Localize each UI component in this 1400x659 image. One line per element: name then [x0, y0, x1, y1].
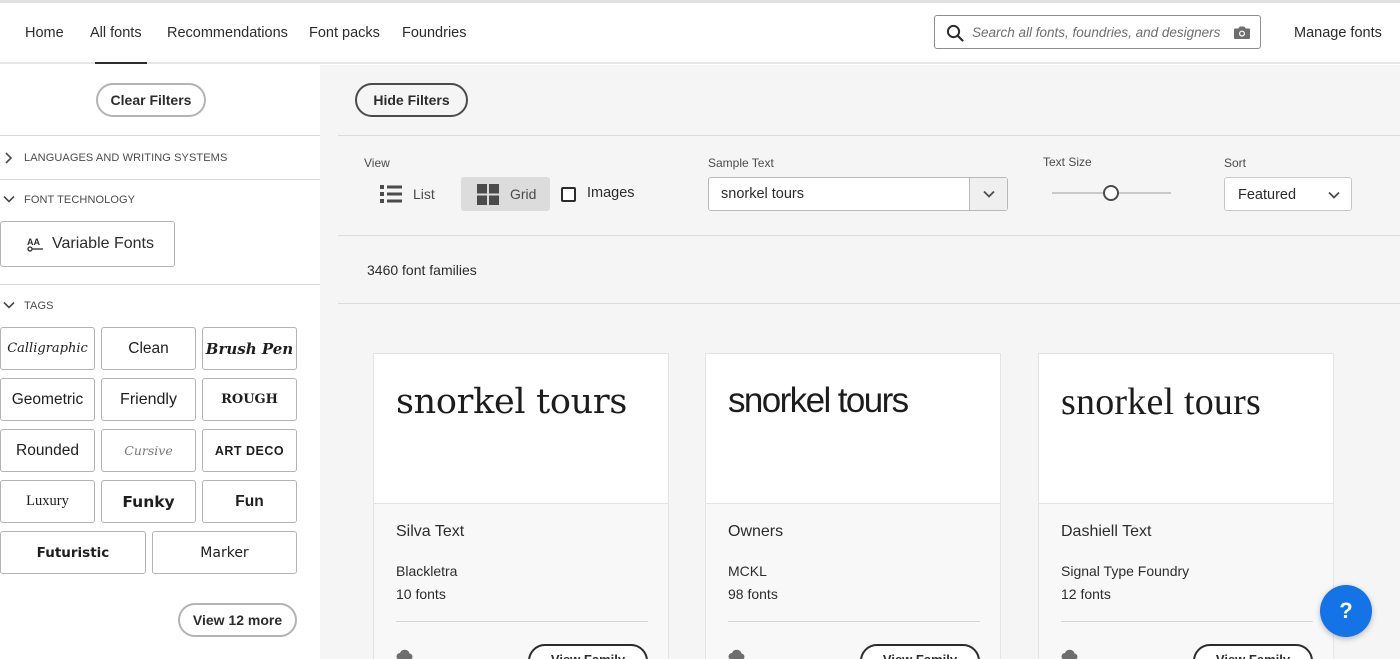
section-tags-label: TAGS: [24, 300, 54, 312]
font-count: 12 fonts: [1061, 586, 1111, 602]
section-languages[interactable]: LANGUAGES AND WRITING SYSTEMS: [0, 149, 320, 169]
images-label: Images: [587, 185, 635, 201]
search-input[interactable]: [972, 22, 1220, 42]
variable-fonts-label: Variable Fonts: [52, 235, 154, 252]
sample-text-input[interactable]: [721, 185, 961, 203]
cloud-icon: [1061, 648, 1097, 659]
grid-view-button[interactable]: Grid: [461, 177, 550, 211]
view-family-button[interactable]: View Family: [1193, 644, 1313, 659]
tag-luxury[interactable]: Luxury: [0, 480, 95, 523]
main-content: Hide Filters View List Grid Images Sampl…: [320, 65, 1400, 659]
font-card[interactable]: snorkel tours Owners MCKL 98 fonts View …: [705, 353, 1001, 659]
font-count: 98 fonts: [728, 586, 778, 602]
font-preview: snorkel tours: [706, 354, 1000, 504]
view-label: View: [364, 156, 390, 170]
chevron-right-icon: [3, 152, 13, 167]
font-preview: snorkel tours: [374, 354, 668, 504]
search-box: [934, 15, 1261, 49]
toolbar-divider: [338, 235, 1400, 236]
sample-text-label: Sample Text: [708, 156, 774, 170]
font-foundry[interactable]: MCKL: [728, 563, 767, 579]
top-nav: Home All fonts Recommendations Font pack…: [0, 3, 1400, 64]
font-sample-text: snorkel tours: [728, 381, 909, 420]
sidebar-divider: [0, 284, 320, 285]
section-font-technology[interactable]: FONT TECHNOLOGY: [0, 191, 320, 211]
sort-value: Featured: [1238, 187, 1297, 203]
help-button[interactable]: ?: [1320, 585, 1372, 637]
font-preview: snorkel tours: [1039, 354, 1333, 504]
chevron-down-icon: [1328, 191, 1340, 199]
cloud-icon: [728, 648, 764, 659]
font-count: 10 fonts: [396, 586, 446, 602]
tag-art-deco[interactable]: ART DECO: [202, 429, 297, 472]
tag-marker[interactable]: Marker: [152, 531, 297, 574]
tag-clean[interactable]: Clean: [101, 327, 196, 370]
sort-label: Sort: [1224, 156, 1247, 170]
tag-friendly[interactable]: Friendly: [101, 378, 196, 421]
card-divider: [1061, 621, 1313, 622]
tag-futuristic[interactable]: Futuristic: [0, 531, 146, 574]
results-count: 3460 font families: [367, 262, 477, 278]
sidebar-divider: [0, 179, 320, 180]
clear-filters-button[interactable]: Clear Filters: [96, 83, 206, 117]
tag-brush-pen[interactable]: Brush Pen: [202, 327, 297, 370]
font-card[interactable]: snorkel tours Silva Text Blackletra 10 f…: [373, 353, 669, 659]
sample-text-field: [708, 177, 1008, 211]
text-size-slider-handle[interactable]: [1103, 185, 1119, 201]
tag-fun[interactable]: Fun: [202, 480, 297, 523]
variable-font-icon: AA: [27, 235, 45, 258]
tag-geometric[interactable]: Geometric: [0, 378, 95, 421]
font-family-name: Silva Text: [396, 523, 465, 540]
font-foundry[interactable]: Blackletra: [396, 563, 457, 579]
list-view-label: List: [413, 186, 435, 202]
font-family-name: Dashiell Text: [1061, 523, 1152, 540]
font-foundry[interactable]: Signal Type Foundry: [1061, 563, 1189, 579]
section-languages-label: LANGUAGES AND WRITING SYSTEMS: [24, 152, 228, 164]
view-more-tags-button[interactable]: View 12 more: [178, 603, 297, 637]
filter-sidebar: Clear Filters LANGUAGES AND WRITING SYST…: [0, 65, 320, 659]
nav-foundries[interactable]: Foundries: [402, 3, 466, 63]
tag-rounded[interactable]: Rounded: [0, 429, 95, 472]
chevron-down-icon: [983, 190, 995, 198]
nav-all-fonts[interactable]: All fonts: [90, 3, 147, 64]
variable-fonts-filter[interactable]: AA Variable Fonts: [0, 221, 175, 267]
sample-text-dropdown[interactable]: [969, 178, 1007, 210]
section-font-technology-label: FONT TECHNOLOGY: [24, 194, 136, 206]
card-divider: [396, 621, 648, 622]
text-size-label: Text Size: [1043, 155, 1092, 169]
tag-cursive[interactable]: Cursive: [101, 429, 196, 472]
tag-funky[interactable]: Funky: [101, 480, 196, 523]
sidebar-divider: [0, 135, 320, 136]
font-card[interactable]: snorkel tours Dashiell Text Signal Type …: [1038, 353, 1334, 659]
search-icon[interactable]: [946, 24, 964, 47]
section-tags[interactable]: TAGS: [0, 297, 320, 317]
tag-rough[interactable]: ROUGH: [202, 378, 297, 421]
hide-filters-button[interactable]: Hide Filters: [355, 83, 468, 117]
tag-calligraphic[interactable]: Calligraphic: [0, 327, 95, 370]
grid-icon: [477, 184, 499, 210]
help-icon: ?: [1339, 598, 1353, 623]
svg-text:AA: AA: [27, 237, 40, 247]
grid-view-label: Grid: [510, 186, 537, 202]
card-divider: [728, 621, 980, 622]
toolbar-divider: [338, 135, 1400, 136]
font-sample-text: snorkel tours: [396, 382, 628, 422]
nav-font-packs[interactable]: Font packs: [309, 3, 380, 63]
sort-select[interactable]: Featured: [1224, 177, 1352, 211]
font-sample-text: snorkel tours: [1061, 381, 1261, 423]
chevron-down-icon: [3, 194, 15, 207]
nav-recommendations[interactable]: Recommendations: [167, 3, 288, 63]
nav-home[interactable]: Home: [25, 3, 64, 63]
camera-icon[interactable]: [1233, 25, 1251, 45]
manage-fonts-link[interactable]: Manage fonts: [1294, 3, 1382, 63]
list-icon: [380, 185, 402, 208]
results-divider: [338, 303, 1400, 304]
view-family-button[interactable]: View Family: [528, 644, 648, 659]
list-view-button[interactable]: List: [370, 177, 442, 211]
chevron-down-icon: [3, 300, 15, 313]
view-family-button[interactable]: View Family: [860, 644, 980, 659]
font-family-name: Owners: [728, 523, 784, 540]
images-checkbox[interactable]: [561, 187, 576, 202]
cloud-icon: [396, 648, 432, 659]
